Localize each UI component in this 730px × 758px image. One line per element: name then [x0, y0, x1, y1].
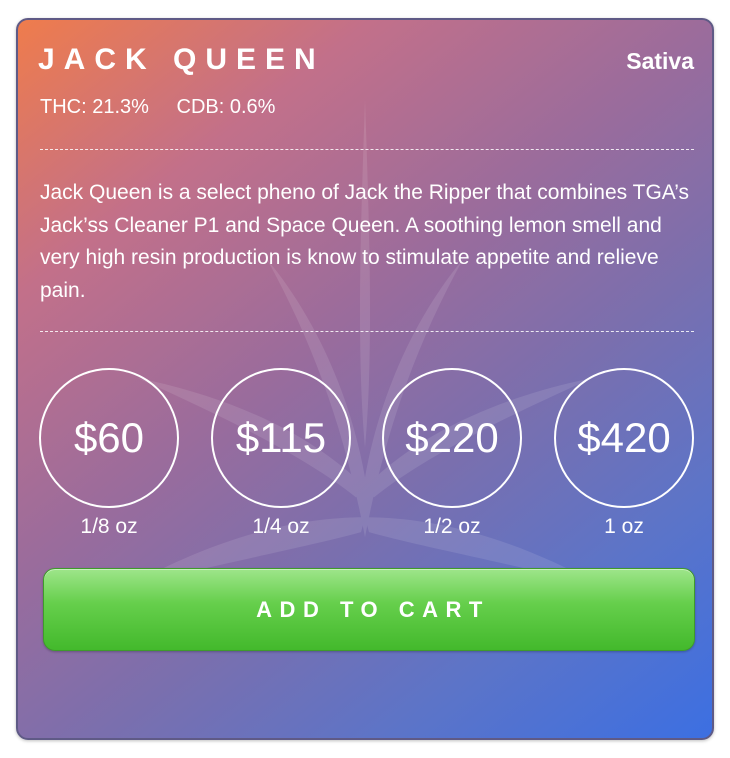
- price-weight-label: 1/8 oz: [80, 515, 138, 538]
- thc-value: 21.3%: [92, 96, 149, 118]
- strain-type: Sativa: [626, 48, 694, 74]
- cannabinoid-stats: THC: 21.3% CDB: 0.6%: [40, 94, 297, 120]
- cdb-label: CDB:: [176, 96, 225, 118]
- price-circle[interactable]: $420: [554, 368, 694, 508]
- price-weight-label: 1 oz: [604, 515, 644, 538]
- price-circle[interactable]: $220: [382, 368, 522, 508]
- thc-label: THC:: [40, 96, 87, 118]
- price-option-eighth[interactable]: $60 1/8 oz: [39, 368, 179, 543]
- cdb-stat: CDB: 0.6%: [177, 96, 276, 118]
- product-card: JACK QUEEN Sativa THC: 21.3% CDB: 0.6% J…: [16, 18, 714, 740]
- price-option-half[interactable]: $220 1/2 oz: [382, 368, 522, 543]
- cdb-value: 0.6%: [229, 96, 276, 118]
- price-options: $60 1/8 oz $115 1/4 oz $220 1/2 oz $420 …: [39, 368, 699, 543]
- divider-top: [40, 149, 694, 150]
- price-option-ounce[interactable]: $420 1 oz: [554, 368, 694, 543]
- add-to-cart-button[interactable]: ADD TO CART: [43, 568, 695, 651]
- price-circle[interactable]: $115: [211, 368, 351, 508]
- product-description: Jack Queen is a select pheno of Jack the…: [40, 181, 690, 302]
- product-name: JACK QUEEN: [38, 43, 325, 76]
- thc-stat: THC: 21.3%: [40, 96, 149, 118]
- price-weight-label: 1/2 oz: [423, 515, 481, 538]
- price-weight-label: 1/4 oz: [252, 515, 310, 538]
- divider-bottom: [40, 331, 694, 332]
- price-option-quarter[interactable]: $115 1/4 oz: [211, 368, 351, 543]
- price-circle[interactable]: $60: [39, 368, 179, 508]
